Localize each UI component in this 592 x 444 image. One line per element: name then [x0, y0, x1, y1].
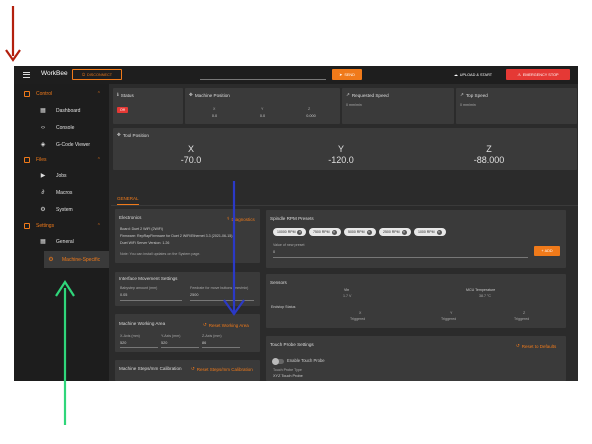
annotation-arrows	[5, 6, 245, 425]
blue-arrow-icon	[223, 181, 245, 316]
red-arrow-icon	[5, 6, 21, 62]
green-arrow-icon	[55, 279, 75, 425]
